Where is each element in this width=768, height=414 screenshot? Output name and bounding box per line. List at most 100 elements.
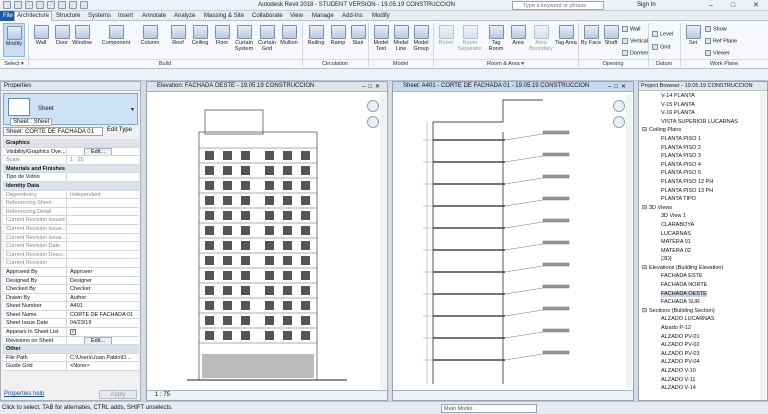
tab-structure[interactable]: Structure (54, 12, 82, 20)
minimize-button[interactable]: – (700, 0, 722, 11)
maximize-button[interactable]: □ (722, 0, 744, 11)
active-model-dropdown[interactable]: Main Model (441, 404, 537, 413)
browser-view-item[interactable]: MATERA 02 (639, 247, 761, 256)
tag-area-button[interactable]: Tag Area (555, 23, 577, 57)
browser-view-item[interactable]: PLANTA PISO 2 (639, 144, 761, 153)
floor-button[interactable]: Floor (211, 23, 233, 57)
tab-annotate[interactable]: Annotate (140, 12, 168, 20)
elevation-view-window[interactable]: Elevation: FACHADA OESTE - 19.05.19 CONS… (146, 81, 388, 401)
browser-view-item[interactable]: VISTA SUPERIOR LUCARNAS (639, 118, 761, 127)
edit-type-button[interactable]: Edit Type (107, 127, 132, 133)
browser-category[interactable]: Sections (Building Section) (639, 307, 761, 316)
type-selector[interactable]: Sheet Sheet : Sheet ▾ (3, 93, 138, 126)
dormer-button[interactable]: Dormer (622, 50, 648, 56)
browser-view-item[interactable]: PLANTA PISO 1 (639, 135, 761, 144)
browser-view-item[interactable]: PLANTA PISO 4 (639, 161, 761, 170)
property-value[interactable]: A401 (67, 302, 139, 310)
tab-modify[interactable]: Modify (370, 12, 392, 20)
steering-wheel-icon[interactable] (613, 100, 625, 112)
revit-logo-icon[interactable] (3, 1, 11, 9)
edit-button[interactable]: Edit... (84, 336, 113, 345)
vertical-scrollbar[interactable] (626, 94, 632, 389)
tag-room-button[interactable]: Tag Room (485, 23, 507, 57)
wall-button[interactable]: Wall (30, 23, 52, 57)
view-window-controls[interactable]: –□✕ (362, 83, 383, 90)
browser-view-item[interactable]: FACHADA OESTE (639, 290, 761, 299)
room-separator-button[interactable]: Room Separator (457, 23, 483, 57)
room-button[interactable]: Room (435, 23, 457, 57)
steering-wheel-icon[interactable] (367, 100, 379, 112)
property-value[interactable]: CORTE DE FACHADA 01 (67, 310, 139, 319)
tab-view[interactable]: View (288, 12, 305, 20)
browser-scrollbar[interactable] (760, 92, 766, 400)
text-icon[interactable] (80, 1, 88, 9)
save-icon[interactable] (25, 1, 33, 9)
ceiling-button[interactable]: Ceiling (189, 23, 211, 57)
sign-in-link[interactable]: Sign In (637, 2, 656, 8)
by-face-button[interactable]: By Face (580, 23, 602, 57)
tab-systems[interactable]: Systems (86, 12, 113, 20)
roof-button[interactable]: Roof (167, 23, 189, 57)
component-button[interactable]: Component (100, 23, 132, 57)
window-button[interactable]: Window (71, 23, 93, 57)
door-button[interactable]: Door (51, 23, 73, 57)
checkbox[interactable]: ✓ (70, 329, 76, 336)
vertical-scrollbar[interactable] (380, 94, 386, 389)
property-value[interactable] (67, 173, 139, 181)
view-scale[interactable]: 1 : 75 (155, 392, 170, 398)
modify-button[interactable]: Modify (3, 23, 25, 57)
tab-insert[interactable]: Insert (116, 12, 135, 20)
browser-category[interactable]: 3D Views (639, 204, 761, 213)
undo-icon[interactable] (36, 1, 44, 9)
tab-manage[interactable]: Manage (310, 12, 336, 20)
property-group-label[interactable]: Other (3, 345, 139, 353)
browser-view-item[interactable]: MATERA 01 (639, 238, 761, 247)
browser-view-item[interactable]: ALZADO V-10 (639, 367, 761, 376)
model-line-button[interactable]: Model Line (390, 23, 412, 57)
measure-icon[interactable] (69, 1, 77, 9)
viewer-button[interactable]: Viewer (705, 50, 730, 56)
curtain-system-button[interactable]: Curtain System (233, 23, 255, 57)
model-text-button[interactable]: Model Text (370, 23, 392, 57)
view-window-controls[interactable]: –□✕ (608, 83, 629, 90)
curtain-grid-button[interactable]: Curtain Grid (256, 23, 278, 57)
print-icon[interactable] (58, 1, 66, 9)
property-value[interactable]: 04/23/19 (67, 319, 139, 328)
model-group-button[interactable]: Model Group (410, 23, 432, 57)
browser-view-item[interactable]: ALZADO LUCARNAS (639, 315, 761, 324)
property-value[interactable]: ✓ (67, 328, 139, 336)
browser-category[interactable]: Ceiling Plans (639, 126, 761, 135)
browser-view-item[interactable]: ALZADO PV-02 (639, 341, 761, 350)
property-value[interactable]: Edit... (67, 147, 139, 156)
browser-view-item[interactable]: Alzado P-12 (639, 324, 761, 333)
group-select[interactable]: Select ▾ (0, 59, 28, 68)
browser-view-item[interactable]: {3D} (639, 255, 761, 264)
property-value[interactable]: Approver (67, 267, 139, 276)
level-button[interactable]: Level (652, 31, 673, 37)
browser-view-item[interactable]: FACHADA SUR (639, 298, 761, 307)
grid-button[interactable]: Grid (652, 44, 670, 50)
browser-view-item[interactable]: PLANTA PISO 3 (639, 152, 761, 161)
column-button[interactable]: Column (139, 23, 161, 57)
browser-view-item[interactable]: ALZADO PV-03 (639, 350, 761, 359)
browser-view-item[interactable]: PLANTA PISO 5 (639, 169, 761, 178)
sheet-view-window[interactable]: Sheet: A401 - CORTE DE FACHADA 01 - 19.0… (392, 81, 634, 401)
property-value[interactable]: Designer (67, 276, 139, 285)
browser-view-item[interactable]: ALZADO V-14 (639, 384, 761, 393)
apply-button[interactable]: Apply (99, 390, 137, 399)
tab-add-ins[interactable]: Add-Ins (340, 12, 365, 20)
browser-view-item[interactable]: 3D View 1 (639, 212, 761, 221)
railing-button[interactable]: Railing (305, 23, 327, 57)
browser-view-item[interactable]: V-15 PLANTA (639, 101, 761, 110)
property-group-label[interactable]: Materials and Finishes (3, 164, 139, 173)
browser-view-item[interactable]: FACHADA NORTE (639, 281, 761, 290)
browser-view-item[interactable]: ALZADO PV-04 (639, 358, 761, 367)
opening-vertical-button[interactable]: Vertical (622, 38, 648, 44)
close-button[interactable]: ✕ (745, 0, 767, 11)
stair-button[interactable]: Stair (347, 23, 369, 57)
property-value[interactable]: C:\Users\Juan Pablo\D... (67, 353, 139, 362)
browser-view-item[interactable]: FACHADA ESTE (639, 272, 761, 281)
property-value[interactable]: Checker (67, 285, 139, 293)
ramp-button[interactable]: Ramp (327, 23, 349, 57)
zoom-icon[interactable] (613, 116, 625, 128)
